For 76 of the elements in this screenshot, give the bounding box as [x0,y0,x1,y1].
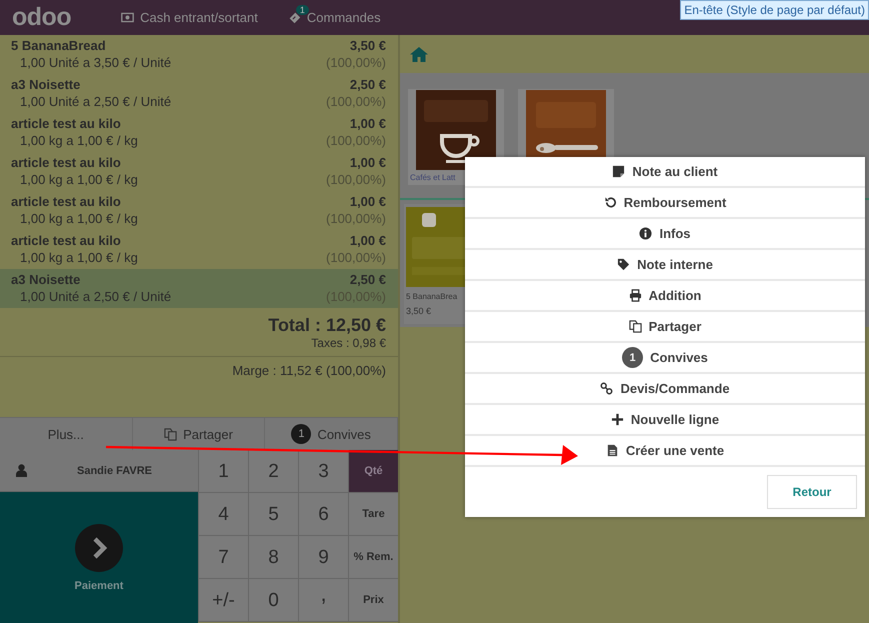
plus-icon [610,413,624,426]
person-icon [16,464,27,477]
numpad-key[interactable]: 0 [248,579,298,622]
numpad-key[interactable]: 9 [298,536,348,579]
nav-link[interactable]: Commandes [306,10,381,25]
popup-menu-item[interactable]: Créer une vente [465,436,865,467]
numpad-key[interactable]: Tare [348,493,398,536]
copy-icon [628,320,642,333]
line-price: 1,00 € [348,116,386,131]
line-detail: 1,00 kg a 1,00 € / kg [19,133,139,148]
count-badge: 1 [622,347,644,368]
tag-icon [617,258,630,271]
line-detail: 1,00 Unité a 2,50 € / Unité [19,289,172,304]
product-name: article test au kilo [11,194,122,209]
line-detail: 1,00 Unité a 2,50 € / Unité [19,94,172,109]
line-price: 1,00 € [348,233,386,248]
note-icon [612,165,626,178]
undo-icon [604,196,617,209]
product-name: article test au kilo [11,233,122,248]
tooltip: En-tête (Style de page par défaut) [680,0,869,20]
info-icon [639,227,652,240]
printer-icon [628,289,642,302]
popup-menu-item[interactable]: 1 Convives [465,343,865,374]
popup-menu-item[interactable]: Addition [465,281,865,312]
numpad-key[interactable]: Qté [348,450,398,493]
popup-menu-item[interactable]: Nouvelle ligne [465,405,865,436]
product-name: 5 BananaBrea [406,292,458,301]
line-price: 2,50 € [348,272,386,287]
back-button[interactable]: Retour [767,475,857,509]
line-price: 2,50 € [348,77,386,92]
order-margin: Marge : 11,52 € (100,00%) [231,362,387,380]
logo[interactable]: odoo [12,3,72,32]
popup-menu-item[interactable]: Partager [465,312,865,343]
numpad-key[interactable]: , [298,579,348,622]
order-total: Total : 12,50 € [268,315,386,336]
line-detail: 1,00 Unité a 3,50 € / Unité [19,55,172,70]
category-name: Cafés et Latt [409,172,456,182]
chevron-circle-icon [75,524,123,572]
line-detail: 1,00 kg a 1,00 € / kg [19,250,139,265]
numpad-key[interactable]: 3 [298,450,348,493]
order-taxes: Taxes : 0,98 € [311,336,386,350]
numpad-key[interactable]: 6 [298,493,348,536]
payment-button[interactable]: Paiement [0,492,198,623]
nav-link[interactable]: Cash entrant/sortant [140,10,258,25]
product-name: article test au kilo [11,155,122,170]
customer-button[interactable]: Sandie FAVRE [0,450,198,492]
popup-menu-item[interactable]: Note interne [465,250,865,281]
popup-menu-item[interactable]: Infos [465,219,865,250]
line-price: 1,00 € [348,194,386,209]
line-detail: 1,00 kg a 1,00 € / kg [19,172,139,187]
popup-menu-item[interactable]: Note au client [465,157,865,188]
popup-menu-item[interactable]: Remboursement [465,188,865,219]
money-icon [121,11,134,24]
numpad-key[interactable]: 2 [248,450,298,493]
numpad-key[interactable]: Prix [348,579,398,622]
line-price: 1,00 € [348,155,386,170]
product-price: 3,50 € [406,306,432,316]
numpad-key[interactable]: % Rem. [348,536,398,579]
product-name: a3 Noisette [11,272,82,287]
numpad-key[interactable]: 1 [198,450,248,493]
line-detail: 1,00 kg a 1,00 € / kg [19,211,139,226]
copy-icon [164,428,178,440]
numpad-key[interactable]: 7 [198,536,248,579]
numpad-key[interactable]: +/- [198,579,248,622]
numpad-key[interactable]: 4 [198,493,248,536]
product-name: a3 Noisette [11,77,82,92]
numpad-key[interactable]: 5 [248,493,298,536]
line-price: 3,50 € [348,38,386,53]
product-name: 5 BananaBread [11,38,107,53]
document-icon [606,444,619,457]
product-name: article test au kilo [11,116,122,131]
count-badge: 1 [296,5,309,15]
ticket-icon [288,11,301,24]
link-icon [600,382,614,395]
numpad-key[interactable]: 8 [248,536,298,579]
popup-menu-item[interactable]: Devis/Commande [465,374,865,405]
